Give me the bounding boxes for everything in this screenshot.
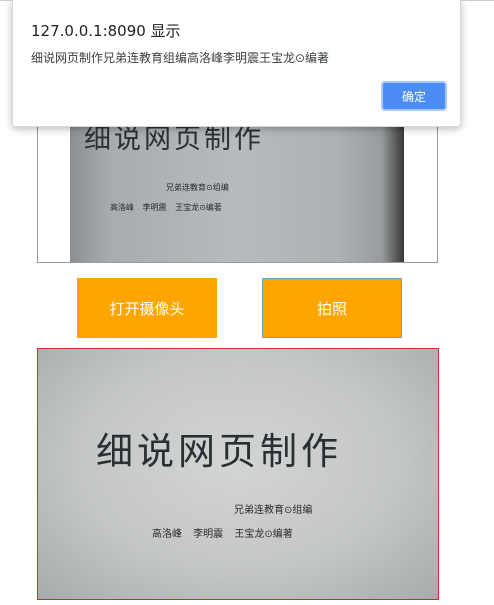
video-book-authors-line: 高洛峰 李明震 王宝龙⊙编著 [110, 203, 222, 212]
photo-book-title: 细说网页制作 [96, 430, 342, 473]
video-book-editor-line: 兄弟连教育⊙组编 [166, 183, 229, 192]
photo-book-authors-line: 高洛峰 李明震 王宝龙⊙编著 [152, 529, 293, 540]
alert-dialog: 127.0.0.1:8090 显示 细说网页制作兄弟连教育组编高洛峰李明震王宝龙… [12, 0, 461, 127]
captured-photo-canvas: 细说网页制作 兄弟连教育⊙组编 高洛峰 李明震 王宝龙⊙编著 [37, 348, 439, 600]
photo-book-editor-line: 兄弟连教育⊙组编 [234, 505, 313, 516]
alert-origin-title: 127.0.0.1:8090 显示 [31, 22, 181, 40]
alert-message: 细说网页制作兄弟连教育组编高洛峰李明震王宝龙⊙编著 [31, 51, 330, 65]
open-camera-button[interactable]: 打开摄像头 [77, 278, 217, 338]
alert-ok-button[interactable]: 确定 [381, 81, 447, 111]
page: 细说网页制作 兄弟连教育⊙组编 高洛峰 李明震 王宝龙⊙编著 打开摄像头 拍照 … [0, 0, 494, 605]
take-photo-button[interactable]: 拍照 [262, 278, 402, 338]
